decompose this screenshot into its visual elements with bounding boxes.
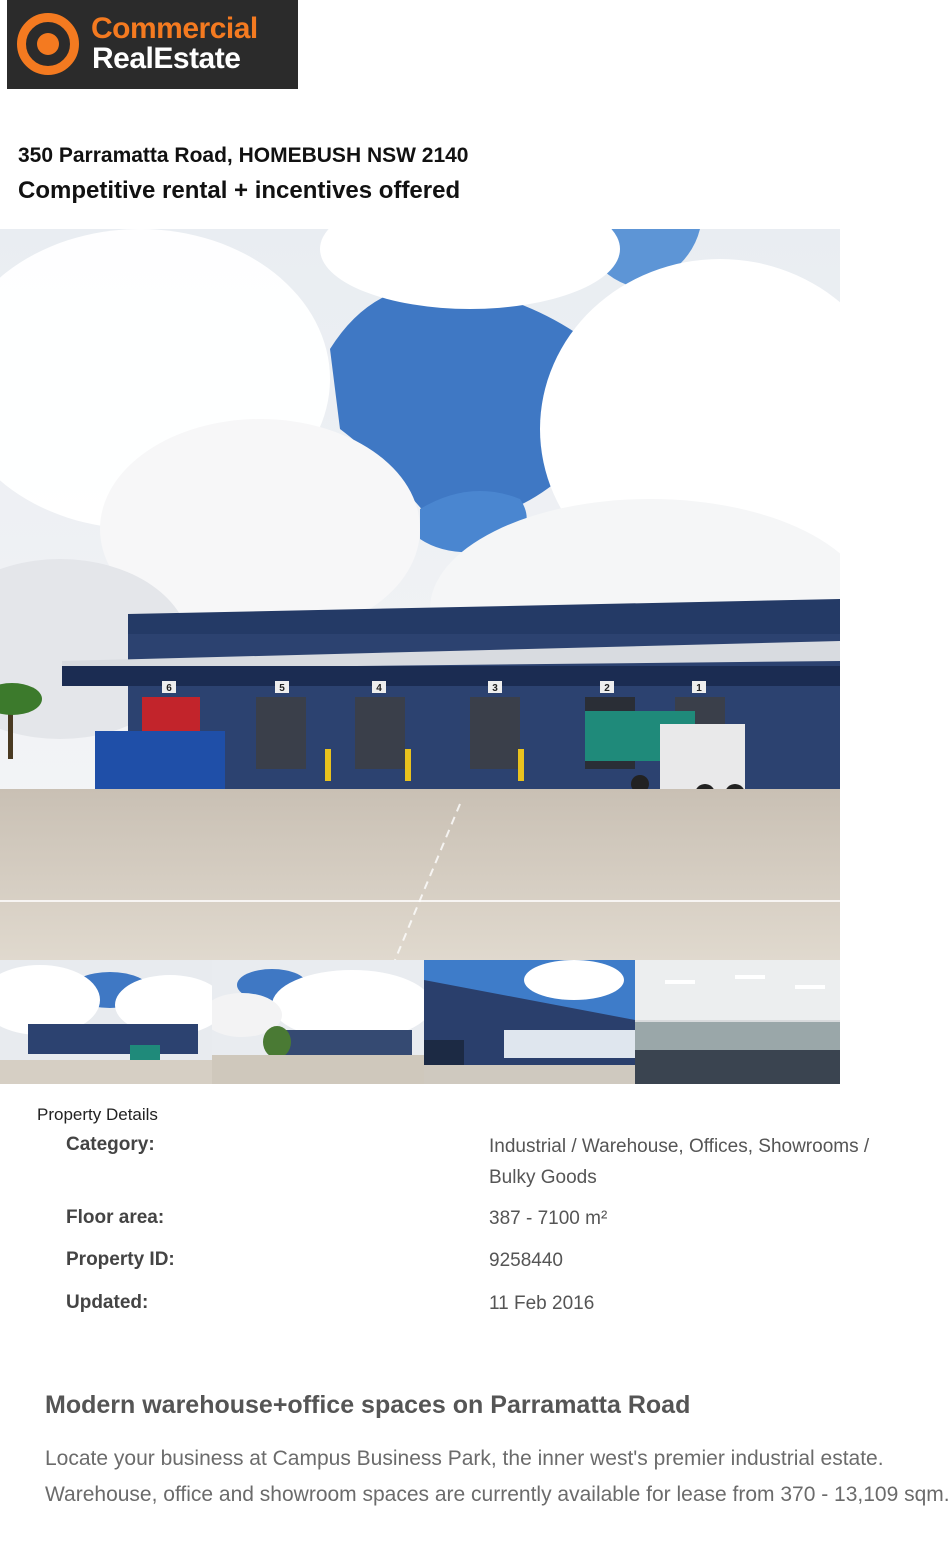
listing-tagline: Competitive rental + incentives offered — [18, 177, 461, 204]
detail-label-updated: Updated: — [66, 1292, 149, 1313]
detail-label-category: Category: — [66, 1134, 155, 1155]
detail-value-floor-area: 387 - 7100 m² — [489, 1208, 608, 1229]
description-heading: Modern warehouse+office spaces on Parram… — [45, 1391, 691, 1419]
detail-value-property-id: 9258440 — [489, 1250, 563, 1271]
photo-thumbnail-strip — [0, 960, 840, 1084]
detail-label-floor-area: Floor area: — [66, 1207, 165, 1228]
thumbnail-office-interior[interactable] — [635, 960, 840, 1084]
description-body: Locate your business at Campus Business … — [45, 1447, 950, 1506]
thumbnail-business-park[interactable] — [212, 960, 424, 1084]
thumbnail-warehouse-exterior[interactable] — [0, 960, 212, 1084]
detail-value-category: Industrial / Warehouse, Offices, Showroo… — [489, 1136, 870, 1188]
listing-address: 350 Parramatta Road, HOMEBUSH NSW 2140 — [18, 144, 469, 167]
logo-text-realestate: RealEstate — [92, 42, 241, 75]
detail-label-property-id: Property ID: — [66, 1249, 175, 1270]
thumbnail-warehouse-facade[interactable] — [424, 960, 635, 1084]
property-details-heading: Property Details — [37, 1105, 158, 1124]
dock-number-3: 3 — [492, 683, 498, 694]
detail-value-updated: 11 Feb 2016 — [489, 1293, 595, 1314]
dock-number-4: 4 — [376, 683, 382, 694]
dock-number-5: 5 — [279, 683, 285, 694]
logo-dot-icon — [37, 33, 59, 55]
dock-number-6: 6 — [166, 683, 172, 694]
dock-number-1: 1 — [696, 683, 702, 694]
site-logo[interactable]: Commercial RealEstate — [7, 0, 298, 89]
dock-number-2: 2 — [604, 683, 610, 694]
logo-text-commercial: Commercial — [91, 12, 258, 45]
main-property-photo[interactable]: 6 5 4 3 2 1 — [0, 229, 840, 960]
